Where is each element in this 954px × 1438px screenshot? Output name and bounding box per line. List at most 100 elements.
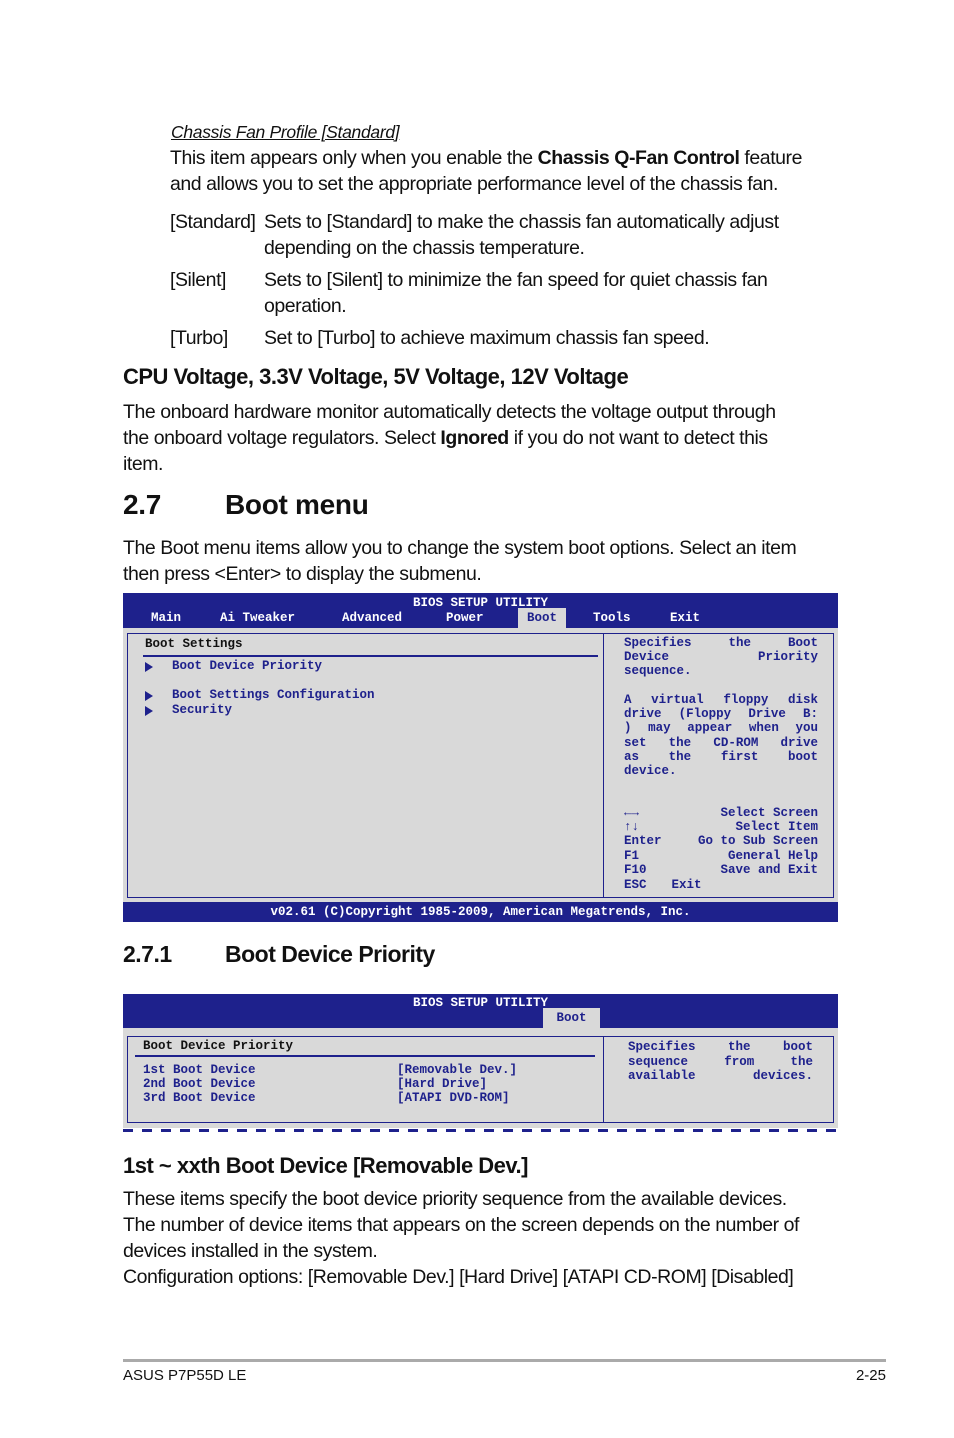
- section-underline: [135, 1055, 595, 1057]
- key-legend-row: ESC Exit: [624, 878, 818, 892]
- boot-menu-desc-line: then press <Enter> to display the submen…: [123, 561, 482, 587]
- help-line: as the first boot: [624, 750, 818, 764]
- help-line: Specifies the Boot: [624, 636, 818, 650]
- key-legend-row: ↑↓ Select Item: [624, 820, 818, 834]
- key-desc: Exit: [671, 878, 702, 892]
- footer-page-number: 2-25: [855, 1367, 886, 1384]
- bios-title: BIOS SETUP UTILITY: [412, 996, 549, 1010]
- submenu-arrow-icon: [145, 662, 153, 672]
- bios-section-title: Boot Settings: [145, 637, 243, 651]
- boot-device-desc-line: The number of device items that appears …: [123, 1214, 800, 1236]
- bios-footer: v02.61 (C)Copyright 1985-2009, American …: [123, 902, 838, 922]
- bios-menu-item[interactable]: Security: [172, 703, 232, 717]
- boot-device-desc-line: Configuration options: [Removable Dev.] …: [123, 1266, 794, 1288]
- panel-divider: [603, 1036, 604, 1123]
- chassis-desc-line: and allows you to set the appropriate pe…: [170, 171, 778, 197]
- text-span: The onboard hardware monitor automatical…: [123, 401, 776, 423]
- key-name: ESC: [624, 878, 647, 892]
- tab-power[interactable]: Power: [446, 608, 484, 628]
- key-legend-row: F1 General Help: [624, 849, 818, 863]
- key-name: ←→: [624, 806, 640, 820]
- key-legend-row: ←→ Select Screen: [624, 806, 818, 820]
- option-desc: Set to [Turbo] to achieve maximum chassi…: [264, 327, 710, 349]
- key-legend-row: Enter Go to Sub Screen: [624, 834, 818, 848]
- text-span: This item appears only when you enable t…: [170, 147, 538, 169]
- key-name: F10: [624, 863, 647, 877]
- help-line: Device Priority: [624, 650, 818, 664]
- tab-boot[interactable]: Boot: [518, 608, 566, 628]
- option-desc: depending on the chassis temperature.: [264, 237, 585, 259]
- help-line: available devices.: [628, 1069, 813, 1083]
- voltage-desc-line: the onboard voltage regulators. Select I…: [123, 425, 768, 451]
- bios-section-title: Boot Device Priority: [143, 1039, 294, 1053]
- text-span: feature: [739, 147, 802, 169]
- bios-menu-item[interactable]: Boot Settings Configuration: [172, 688, 375, 702]
- help-line: Specifies the boot: [628, 1040, 813, 1054]
- text-span: then press <Enter> to display the submen…: [123, 563, 482, 585]
- submenu-arrow-icon: [145, 691, 153, 701]
- boot-device-desc-line: devices installed in the system.: [123, 1240, 378, 1262]
- chassis-desc-line: This item appears only when you enable t…: [170, 145, 802, 171]
- bios-header: BIOS SETUP UTILITY Main Ai Tweaker Advanced…: [123, 593, 838, 628]
- key-desc: Go to Sub Screen: [697, 834, 818, 848]
- key-desc: General Help: [727, 849, 818, 863]
- chassis-fan-profile-title: Chassis Fan Profile [Standard]: [171, 122, 400, 142]
- boot-device-label[interactable]: 1st Boot Device: [143, 1063, 256, 1077]
- tab-tools[interactable]: Tools: [593, 608, 631, 628]
- tab-main[interactable]: Main: [151, 608, 181, 628]
- boot-menu-desc-line: The Boot menu items allow you to change …: [123, 535, 797, 561]
- boot-device-heading: 1st ~ xxth Boot Device [Removable Dev.]: [123, 1153, 528, 1178]
- bios-menu-item[interactable]: Boot Device Priority: [172, 659, 322, 673]
- boot-device-value[interactable]: [Removable Dev.]: [397, 1063, 517, 1077]
- text-span: if you do not want to detect this: [508, 427, 768, 449]
- voltage-desc-line: The onboard hardware monitor automatical…: [123, 399, 776, 425]
- help-line: ) may appear when you: [624, 721, 818, 735]
- subsection-number: 2.7.1: [123, 941, 172, 967]
- subsection-title: Boot Device Priority: [225, 941, 435, 967]
- bios-header: BIOS SETUP UTILITY Boot: [123, 994, 838, 1028]
- option-desc: Sets to [Standard] to make the chassis f…: [264, 211, 779, 233]
- boot-device-value[interactable]: [Hard Drive]: [397, 1077, 487, 1091]
- option-label: [Turbo]: [170, 327, 228, 349]
- tab-boot[interactable]: Boot: [543, 1008, 600, 1028]
- tab-exit[interactable]: Exit: [670, 608, 700, 628]
- option-label: [Silent]: [170, 269, 227, 291]
- panel-divider: [603, 633, 604, 898]
- section-title: Boot menu: [225, 489, 369, 520]
- key-legend-row: F10 Save and Exit: [624, 863, 818, 877]
- bold-term: Ignored: [440, 427, 509, 449]
- section-number: 2.7: [123, 489, 162, 520]
- bios-screen-boot: BIOS SETUP UTILITY Main Ai Tweaker Advanced…: [123, 593, 838, 922]
- tab-advanced[interactable]: Advanced: [342, 608, 402, 628]
- boot-device-value[interactable]: [ATAPI DVD-ROM]: [397, 1091, 510, 1105]
- submenu-arrow-icon: [145, 706, 153, 716]
- boot-device-label[interactable]: 2nd Boot Device: [143, 1077, 256, 1091]
- key-name: Enter: [624, 834, 662, 848]
- footer-rule: [123, 1359, 886, 1362]
- text-span: and allows you to set the appropriate pe…: [170, 173, 778, 195]
- bold-term: Chassis Q-Fan Control: [537, 147, 740, 169]
- help-line: device.: [624, 764, 677, 778]
- option-label: [Standard]: [170, 211, 256, 233]
- bios-screen-boot-device-priority: BIOS SETUP UTILITY Boot Boot Device Priori…: [123, 994, 838, 1128]
- key-name: ↑↓: [624, 820, 640, 834]
- option-desc: Sets to [Silent] to minimize the fan spe…: [264, 269, 768, 291]
- text-span: item.: [123, 453, 164, 475]
- boot-device-label[interactable]: 3rd Boot Device: [143, 1091, 256, 1105]
- option-desc: operation.: [264, 295, 347, 317]
- key-desc: Select Item: [735, 820, 818, 834]
- text-span: The Boot menu items allow you to change …: [123, 537, 797, 559]
- help-line: A virtual floppy disk: [624, 693, 818, 707]
- help-line: sequence.: [624, 664, 692, 678]
- tab-ai-tweaker[interactable]: Ai Tweaker: [220, 608, 295, 628]
- key-name: F1: [624, 849, 640, 863]
- key-desc: Save and Exit: [720, 863, 818, 877]
- help-line: set the CD-ROM drive: [624, 736, 818, 750]
- help-line: sequence from the: [628, 1054, 813, 1069]
- boot-device-desc-line: These items specify the boot device prio…: [123, 1188, 787, 1210]
- footer-model: ASUS P7P55D LE: [123, 1367, 247, 1384]
- section-underline: [143, 655, 598, 657]
- voltage-heading: CPU Voltage, 3.3V Voltage, 5V Voltage, 1…: [123, 364, 629, 389]
- text-span: the onboard voltage regulators. Select: [123, 427, 441, 449]
- help-line: drive (Floppy Drive B:: [624, 707, 818, 721]
